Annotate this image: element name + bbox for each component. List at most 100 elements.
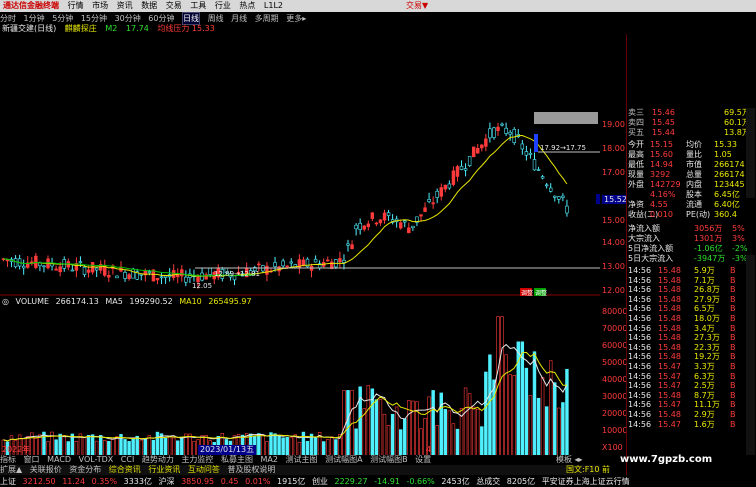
tab-1min[interactable]: 1分钟 <box>24 13 45 24</box>
broker-notice[interactable]: 平安证券上海上证云行情 <box>542 477 630 486</box>
candle-body <box>459 165 464 170</box>
tab-15min[interactable]: 15分钟 <box>81 13 107 24</box>
tab-test-main[interactable]: 测试主图 <box>286 455 318 465</box>
trade-vol: 5.9万 <box>694 266 715 275</box>
flow-row[interactable]: 净流入额 3056万 5% <box>628 224 756 234</box>
tab-expand[interactable]: 扩展▲ <box>0 465 22 475</box>
candle-body <box>362 225 366 230</box>
trade-dir: B <box>730 294 736 304</box>
trade-vol: 2.5万 <box>694 381 715 391</box>
stat-label: 总量 <box>686 170 702 179</box>
tab-related-quote[interactable]: 关联报价 <box>30 465 62 475</box>
tab-monthly[interactable]: 月线 <box>231 13 247 24</box>
vol-label[interactable]: VOLUME <box>16 297 50 306</box>
ask-price: 15.45 <box>652 118 675 127</box>
tab-window[interactable]: 窗口 <box>24 455 40 465</box>
trade-row: 14:56 15.48 6.5万 B <box>628 304 756 314</box>
trade-dropdown[interactable]: 交易▼ <box>406 0 428 12</box>
menu-item-market[interactable]: 市场 <box>92 0 108 12</box>
trade-price: 15.48 <box>658 333 681 343</box>
flow-row[interactable]: 大宗流入 1301万 3% <box>628 234 756 244</box>
tab-30min[interactable]: 30分钟 <box>115 13 141 24</box>
ask-row-3[interactable]: 卖三 15.46 69.5万 <box>628 108 756 118</box>
ask-row-4[interactable]: 卖四 15.45 60.1万 <box>628 118 756 128</box>
indicator-tabs: 指标 窗口 MACD VOL-TDX CCI 趋势动力 主力监控 私募主图 MA… <box>0 455 600 465</box>
tab-intraday[interactable]: 分时 <box>0 13 16 24</box>
candle-body <box>58 266 62 273</box>
trade-price: 15.48 <box>658 410 681 419</box>
flow-row[interactable]: 5日净流入额 -1.06亿 -2% <box>628 244 756 254</box>
trade-price: 15.48 <box>658 266 681 275</box>
candle-body <box>281 260 285 267</box>
flow-row[interactable]: 5日大宗流入 -3947万 -3% <box>628 254 756 264</box>
tab-general-news[interactable]: 综合资讯 <box>109 465 141 475</box>
candle-body <box>524 151 529 156</box>
menu-item-tools[interactable]: 工具 <box>190 0 206 12</box>
trade-row: 14:56 15.47 2.5万 B <box>628 381 756 391</box>
trade-vol: 26.8万 <box>694 285 720 295</box>
tab-trend-power[interactable]: 趋势动力 <box>142 455 174 465</box>
f10-link[interactable]: 国文:F10 前 <box>566 465 610 475</box>
trade-time: 14:56 <box>628 410 652 419</box>
menu-item-l1l2[interactable]: L1L2 <box>264 0 283 12</box>
tab-vol-tdx[interactable]: VOL-TDX <box>79 455 114 465</box>
trade-dir: B <box>730 410 736 419</box>
idx-hs-label[interactable]: 沪深 <box>159 477 175 486</box>
tab-equity-info[interactable]: 普及股权说明 <box>227 465 275 475</box>
template-button[interactable]: 模板 ◂▸ <box>556 455 583 465</box>
idx-cy-chg: -14.91 <box>374 477 400 486</box>
tab-main-monitor[interactable]: 主力监控 <box>181 455 213 465</box>
tab-multi-period[interactable]: 多周期 <box>255 13 279 24</box>
trade-row: 14:56 15.47 1.6万 B <box>628 420 756 430</box>
stat-label: 最低 <box>628 160 644 169</box>
volume-axis: 80000 70000 60000 50000 40000 30000 2000… <box>602 307 628 457</box>
tab-ma2[interactable]: MA2 <box>261 455 278 465</box>
trade-price: 15.48 <box>658 275 681 285</box>
tab-indicator[interactable]: 指标 <box>0 455 16 465</box>
tab-test-a[interactable]: 测试幅图A <box>325 455 362 465</box>
candle-body <box>127 274 131 280</box>
tab-industry-news[interactable]: 行业资讯 <box>148 465 180 475</box>
idx-sh-label[interactable]: 上证 <box>0 477 16 486</box>
candle-body <box>159 276 164 279</box>
stock-name: 新疆交建(日线) <box>2 24 57 33</box>
candle-body <box>467 156 472 166</box>
trade-time: 14:56 <box>628 419 652 429</box>
menu-item-trade[interactable]: 交易 <box>166 0 182 12</box>
stat-row: 净资 4.55 流通 6.40亿 <box>628 200 756 210</box>
stat-row: 现量 3292 总量 266174 <box>628 170 756 180</box>
trade-dir: B <box>730 362 736 371</box>
menu-item-quotes[interactable]: 行情 <box>68 0 84 12</box>
indicator-name[interactable]: 麒麟探庄 <box>65 24 97 33</box>
menu-item-industry[interactable]: 行业 <box>215 0 231 12</box>
trade-vol: 6.5万 <box>694 304 715 314</box>
candles <box>1 122 569 289</box>
idx-cy-label[interactable]: 创业 <box>312 477 328 486</box>
stat-label: 内盘 <box>686 180 702 189</box>
tab-qa[interactable]: 互动问答 <box>188 465 220 475</box>
price-tick-12: 12.00 <box>602 286 625 295</box>
stat-value: 1.05 <box>714 150 732 159</box>
tab-weekly[interactable]: 周线 <box>208 13 224 24</box>
tab-test-b[interactable]: 测试幅图B <box>370 455 408 465</box>
kline-chart[interactable]: 17.92→17.75 12.89→12.81 12.05 调整 调整 <box>0 34 600 296</box>
tab-60min[interactable]: 60分钟 <box>148 13 174 24</box>
tab-cci[interactable]: CCI <box>121 455 135 465</box>
trade-time: 14:56 <box>628 371 652 381</box>
volume-bar <box>488 354 492 458</box>
tab-5min[interactable]: 5分钟 <box>52 13 73 24</box>
bid-row-5[interactable]: 买五 15.44 13.8万 <box>628 128 756 138</box>
trade-time: 14:56 <box>628 352 652 362</box>
tab-fund-dist[interactable]: 资金分布 <box>69 465 101 475</box>
tab-private-chart[interactable]: 私募主图 <box>221 455 253 465</box>
menu-item-news[interactable]: 资讯 <box>117 0 133 12</box>
vol-icon: ◎ <box>2 297 9 306</box>
tab-macd[interactable]: MACD <box>47 455 71 465</box>
trades-scrollbar[interactable] <box>746 255 755 455</box>
tab-settings[interactable]: 设置 <box>415 455 431 465</box>
menu-item-hot[interactable]: 热点 <box>239 0 255 12</box>
tab-more[interactable]: 更多▸ <box>286 13 306 24</box>
trade-row: 14:56 15.48 27.3万 B <box>628 333 756 343</box>
quote-scrollbar[interactable] <box>746 108 755 198</box>
menu-item-data[interactable]: 数据 <box>141 0 157 12</box>
